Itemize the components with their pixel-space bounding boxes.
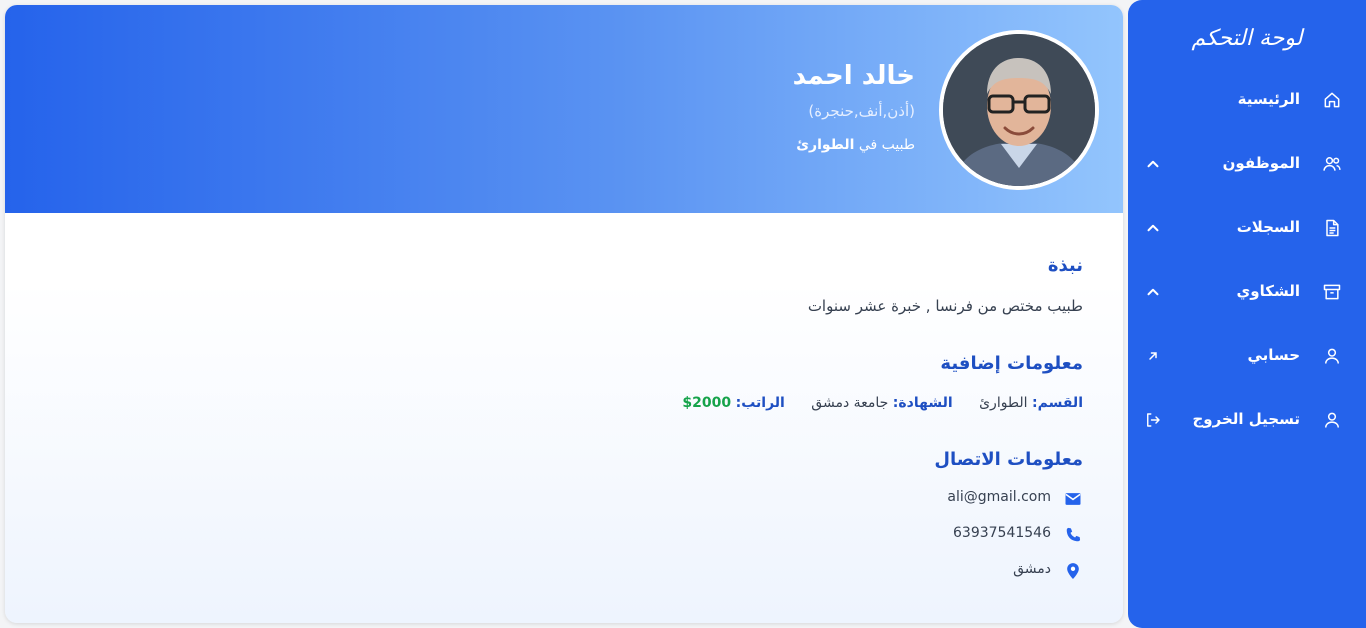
sidebar-item-account[interactable]: حسابي [1128,336,1366,376]
phone-text[interactable]: 63937541546 [953,525,1051,541]
sidebar-item-label: الرئيسية [1237,90,1300,108]
department-label: القسم: [1032,395,1083,411]
profile-name: خالد احمد [792,61,915,91]
role-department: الطوارئ [796,137,855,153]
email-text[interactable]: ali@gmail.com [947,489,1051,505]
avatar-image [943,34,1095,186]
salary-value: 2000$ [682,395,732,411]
profile-banner: خالد احمد (أذن,أنف,حنجرة) طبيب في الطوار… [5,5,1123,213]
user-icon [1325,348,1339,364]
department-value: الطوارئ [979,395,1028,411]
contact-info-title: معلومات الاتصال [934,449,1083,470]
degree-value: جامعة دمشق [811,395,889,411]
avatar [939,30,1099,190]
home-icon [1324,92,1340,108]
external-link-icon[interactable] [1144,347,1162,365]
archive-icon [1323,284,1341,300]
sidebar-item-employees[interactable]: الموظفون [1128,144,1366,184]
sidebar-item-label: الموظفون [1222,154,1300,172]
location-pin-icon [1067,563,1079,579]
mail-icon [1065,493,1081,505]
sidebar-item-logout[interactable]: تسجيل الخروج [1128,400,1366,440]
role-prefix: طبيب في [858,137,915,153]
salary-label: الراتب: [735,395,785,411]
sidebar-item-records[interactable]: السجلات [1128,208,1366,248]
user-icon [1325,412,1339,428]
sidebar-item-label: الشكاوي [1236,282,1300,300]
location-text: دمشق [1013,561,1051,577]
sidebar-item-label: حسابي [1247,346,1300,364]
users-icon [1323,157,1341,171]
extra-info-title: معلومات إضافية [940,353,1083,374]
sidebar-item-complaints[interactable]: الشكاوي [1128,272,1366,312]
profile-role: طبيب في الطوارئ [796,137,915,153]
chevron-up-icon[interactable] [1144,155,1162,173]
document-icon [1326,219,1339,237]
extra-info-row: القسم: الطوارئ الشهادة: جامعة دمشق الرات… [660,395,1083,411]
contact-phone: 63937541546 [923,523,1083,547]
sidebar-title: لوحة التحكم [1191,26,1303,51]
phone-icon [1066,527,1081,542]
salary-field: الراتب: 2000$ [682,395,784,411]
chevron-up-icon[interactable] [1144,219,1162,237]
profile-card: خالد احمد (أذن,أنف,حنجرة) طبيب في الطوار… [5,5,1123,623]
degree-field: الشهادة: جامعة دمشق [811,395,952,411]
department-field: القسم: الطوارئ [979,395,1083,411]
sidebar-item-home[interactable]: الرئيسية [1128,80,1366,120]
contact-email: ali@gmail.com [923,487,1083,511]
sidebar-item-label: تسجيل الخروج [1192,410,1301,428]
sidebar: لوحة التحكم الرئيسية الموظفون السجلات ال… [1128,0,1366,628]
profile-specialty: (أذن,أنف,حنجرة) [808,102,915,120]
about-text: طبيب مختص من فرنسا , خبرة عشر سنوات [807,297,1083,315]
about-title: نبذة [1047,255,1083,276]
degree-label: الشهادة: [892,395,953,411]
logout-icon[interactable] [1144,411,1162,429]
chevron-up-icon[interactable] [1144,283,1162,301]
contact-location: دمشق [923,559,1083,583]
sidebar-item-label: السجلات [1236,218,1300,236]
